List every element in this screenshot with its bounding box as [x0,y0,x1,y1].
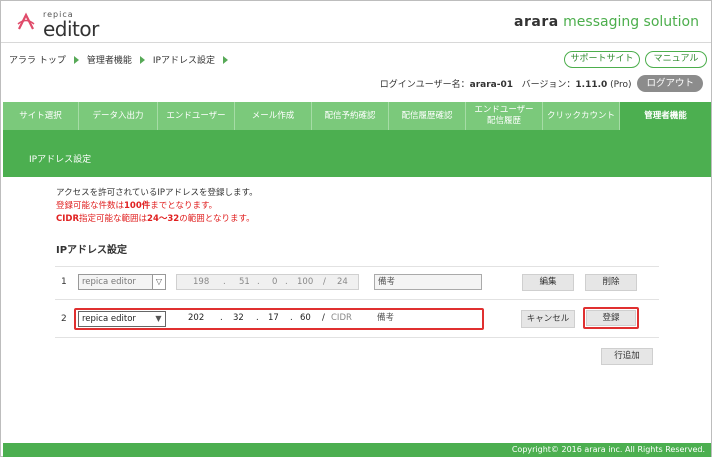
page-title: IPアドレス設定 [29,155,92,165]
ip-dot: . [285,277,288,287]
ip-octet-1: 198 [193,277,210,287]
chevron-down-icon: ▽ [152,275,165,289]
row-number: 1 [61,277,67,287]
tab-admin[interactable]: 管理者機能 [620,102,711,130]
section-title: IPアドレス設定 [56,245,128,256]
ip-address-field[interactable]: 198 . 51 . 0 . 100 / 24 [176,274,359,290]
support-site-button[interactable]: サポートサイト [564,51,640,68]
ip-dot: . [290,313,293,323]
ip-octet-2: 51 [239,277,250,287]
desc-line-1: アクセスを許可されているIPアドレスを登録します。 [56,188,258,198]
cidr-slash: / [322,313,325,323]
main-nav-tabs: サイト選択 データ入出力 エンドユーザー メール作成 配信予約確認 配信履歴確認… [3,102,711,130]
site-select[interactable]: repica editor ▽ [78,274,166,290]
tab-mail-create[interactable]: メール作成 [235,102,312,130]
row-divider [55,299,659,300]
ip-dot: . [257,277,260,287]
breadcrumb-arrow-icon [73,55,79,64]
tab-click-count[interactable]: クリックカウント [543,102,620,130]
tab-history-confirm[interactable]: 配信履歴確認 [389,102,466,130]
header: repica editor arara messaging solution [1,1,711,43]
desc-line-2-post: までとなります。 [150,201,218,211]
cidr-value: 24 [337,277,348,287]
site-select[interactable]: repica editor ▼ [78,311,166,327]
desc-line-3-bold2: 24～32 [147,214,180,224]
register-button[interactable]: 登録 [586,310,636,326]
logo-big-text: editor [43,17,99,41]
version-label: バージョン： [521,80,576,90]
row-divider [55,337,659,338]
brand-logo: arara messaging solution [514,14,699,30]
version-number: 1.11.0 [575,80,608,90]
site-select-value: repica editor [82,277,136,287]
ip-dot: . [223,277,226,287]
delete-button[interactable]: 削除 [585,274,637,291]
manual-button[interactable]: マニュアル [645,51,707,68]
ip-octet-3[interactable]: 17 [268,313,279,323]
login-label: ログインユーザー名： [379,80,470,90]
breadcrumb-item-ip: IPアドレス設定 [152,56,215,66]
ip-dot: . [256,313,259,323]
cidr-input[interactable]: CIDR [331,313,352,323]
desc-line-3-post: の範囲となります。 [179,214,255,224]
tab-data-io[interactable]: データ入出力 [79,102,158,130]
desc-line-2-pre: 登録可能な件数は [56,201,125,211]
breadcrumb-arrow-icon [139,55,145,64]
description: アクセスを許可されているIPアドレスを登録します。 登録可能な件数は100件まで… [56,187,258,226]
row-number: 2 [61,314,67,324]
note-field[interactable]: 備考 [374,274,482,290]
tab-end-user-history[interactable]: エンドユーザー 配信履歴 [466,102,543,130]
ip-octet-2[interactable]: 32 [233,313,244,323]
tab-schedule-confirm[interactable]: 配信予約確認 [312,102,389,130]
app-window: repica editor arara messaging solution ア… [0,0,712,457]
ip-octet-1[interactable]: 202 [188,313,204,323]
brand-rest: messaging solution [563,14,699,30]
edit-button[interactable]: 編集 [522,274,574,291]
repica-editor-logo[interactable]: repica editor [15,9,125,41]
logout-button[interactable]: ログアウト [637,75,703,92]
desc-line-3: CIDR指定可能な範囲は24～32の範囲となります。 [56,213,258,226]
cancel-button[interactable]: キャンセル [521,310,575,328]
tab-site-select[interactable]: サイト選択 [3,102,79,130]
chevron-down-icon: ▼ [152,312,165,326]
desc-line-3-mid: 指定可能な範囲は [79,214,148,224]
breadcrumb-item-top[interactable]: アララ トップ [9,53,66,66]
row-divider [55,266,659,267]
breadcrumb-item-admin[interactable]: 管理者機能 [87,53,132,66]
desc-line-2: 登録可能な件数は100件までとなります。 [56,200,258,213]
edition-label: (Pro) [610,80,632,90]
login-text: ログインユーザー名：arara-01 バージョン：1.11.0 (Pro) [380,77,632,90]
cidr-slash: / [323,277,326,287]
sub-header-bar: IPアドレス設定 [3,130,711,177]
ip-dot: . [220,313,223,323]
login-user: arara-01 [469,80,513,90]
desc-line-3-bold1: CIDR [56,214,80,224]
note-field[interactable]: 備考 [374,311,482,327]
ip-octet-4: 100 [297,277,314,287]
breadcrumb: アララ トップ 管理者機能 IPアドレス設定 [9,53,236,66]
login-info: ログインユーザー名：arara-01 バージョン：1.11.0 (Pro) ログ… [380,75,703,92]
site-select-value: repica editor [82,314,136,324]
ip-octet-4[interactable]: 60 [300,313,311,323]
tab-end-user[interactable]: エンドユーザー [158,102,235,130]
footer-copyright: Copyright© 2016 arara inc. All Rights Re… [3,443,711,457]
desc-line-2-bold: 100件 [124,201,151,211]
ip-octet-3: 0 [272,277,278,287]
ip-address-field[interactable]: 202 . 32 . 17 . 60 / CIDR [176,311,359,327]
logo-mark-icon [17,12,35,30]
brand-bold: arara [514,14,559,30]
breadcrumb-arrow-icon [222,55,228,64]
add-row-button[interactable]: 行追加 [601,348,653,365]
